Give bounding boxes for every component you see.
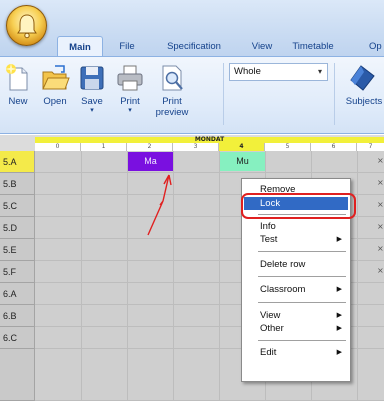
row-label[interactable]: 5.B bbox=[0, 173, 35, 195]
row-label-selected[interactable]: 5.A bbox=[0, 151, 35, 173]
tab-options[interactable]: Op bbox=[369, 36, 384, 57]
menu-separator bbox=[258, 276, 346, 277]
lesson-subject: Mu bbox=[236, 156, 249, 166]
print-button-label: Print bbox=[120, 96, 140, 107]
period-header[interactable]: 3 bbox=[173, 143, 219, 151]
menu-item-delete-row[interactable]: Delete row bbox=[244, 258, 348, 271]
menu-item-label: Test bbox=[260, 234, 278, 245]
submenu-arrow-icon: ▶ bbox=[336, 325, 342, 332]
menu-separator bbox=[258, 340, 346, 341]
open-button[interactable]: Open bbox=[37, 61, 73, 129]
chevron-down-icon: ▾ bbox=[317, 67, 322, 76]
ribbon-group-divider bbox=[334, 63, 335, 125]
print-preview-label-line1: Print bbox=[162, 96, 182, 107]
subjects-book-icon bbox=[350, 65, 375, 91]
period-header[interactable]: 7 bbox=[357, 143, 384, 151]
print-preview-button[interactable]: Print preview bbox=[150, 61, 194, 129]
menu-item-info[interactable]: Info bbox=[244, 220, 348, 233]
period-header[interactable]: 5 bbox=[265, 143, 311, 151]
subjects-button[interactable]: Subjects bbox=[340, 61, 384, 129]
ribbon-panel: New Open Save ▾ Print ▾ Print preview Wh… bbox=[0, 56, 384, 134]
period-header[interactable]: 2 bbox=[127, 143, 173, 151]
tab-timetable[interactable]: Timetable bbox=[285, 36, 341, 57]
row-label[interactable]: 5.F bbox=[0, 261, 35, 283]
row-label[interactable]: 5.C bbox=[0, 195, 35, 217]
annotation-highlight-ring bbox=[241, 193, 356, 219]
menu-item-label: Edit bbox=[260, 347, 277, 358]
menu-separator bbox=[258, 302, 346, 303]
new-button-label: New bbox=[8, 96, 28, 107]
submenu-arrow-icon: ▶ bbox=[336, 349, 342, 356]
new-button[interactable]: New bbox=[3, 61, 33, 129]
row-marker-icon: × bbox=[377, 222, 384, 231]
row-label[interactable]: 6.A bbox=[0, 283, 35, 305]
new-document-icon bbox=[5, 63, 28, 91]
print-button[interactable]: Print ▾ bbox=[113, 61, 147, 129]
row-label[interactable]: 5.E bbox=[0, 239, 35, 261]
menu-item-label: Classroom bbox=[260, 284, 306, 295]
tab-view[interactable]: View bbox=[246, 36, 278, 57]
menu-item-view[interactable]: View ▶ bbox=[244, 309, 348, 322]
menu-separator bbox=[258, 251, 346, 252]
submenu-arrow-icon: ▶ bbox=[336, 236, 342, 243]
row-label[interactable]: 6.B bbox=[0, 305, 35, 327]
ribbon-tab-strip: Main File Specification View Timetable O… bbox=[0, 0, 384, 62]
menu-item-edit[interactable]: Edit ▶ bbox=[244, 346, 348, 359]
table-row[interactable] bbox=[35, 151, 384, 173]
open-button-label: Open bbox=[43, 96, 67, 107]
submenu-arrow-icon: ▶ bbox=[336, 286, 342, 293]
menu-item-other[interactable]: Other ▶ bbox=[244, 322, 348, 335]
tab-file[interactable]: File bbox=[112, 36, 142, 57]
row-label[interactable]: 5.D bbox=[0, 217, 35, 239]
lesson-card-mu[interactable]: Mu bbox=[220, 152, 265, 171]
view-scope-value: Whole bbox=[234, 66, 261, 77]
print-preview-icon bbox=[162, 65, 183, 91]
menu-item-label: Other bbox=[260, 323, 284, 334]
subjects-button-label: Subjects bbox=[345, 96, 383, 107]
period-header-row: 0 1 2 3 4 5 6 7 bbox=[35, 143, 384, 151]
save-disk-icon bbox=[80, 66, 104, 90]
menu-item-label: Delete row bbox=[260, 259, 306, 270]
print-dropdown-arrow[interactable]: ▾ bbox=[113, 107, 147, 115]
grid-line bbox=[357, 151, 358, 401]
row-label bbox=[0, 349, 35, 401]
period-header[interactable]: 6 bbox=[311, 143, 357, 151]
grid-line bbox=[127, 151, 128, 401]
menu-item-classroom[interactable]: Classroom ▶ bbox=[244, 283, 348, 296]
row-marker-icon: × bbox=[377, 178, 384, 187]
ribbon-group-divider bbox=[223, 63, 224, 125]
row-marker-icon: × bbox=[377, 244, 384, 253]
save-button[interactable]: Save ▾ bbox=[76, 61, 108, 129]
row-marker-icon: × bbox=[377, 200, 384, 209]
print-preview-label-line2: preview bbox=[155, 107, 189, 118]
grid-line bbox=[81, 151, 82, 401]
row-marker-icon: × bbox=[377, 266, 384, 275]
menu-item-test[interactable]: Test ▶ bbox=[244, 233, 348, 246]
annotation-arrow-icon bbox=[147, 174, 172, 236]
period-header[interactable]: 0 bbox=[35, 143, 81, 151]
row-label[interactable]: 6.C bbox=[0, 327, 35, 349]
printer-icon bbox=[117, 65, 143, 91]
period-header[interactable]: 1 bbox=[81, 143, 127, 151]
menu-item-label: View bbox=[260, 310, 281, 321]
bell-icon bbox=[17, 14, 37, 39]
view-scope-dropdown[interactable]: Whole ▾ bbox=[229, 63, 328, 81]
submenu-arrow-icon: ▶ bbox=[336, 312, 342, 319]
tab-specification[interactable]: Specification bbox=[156, 36, 232, 57]
open-folder-icon bbox=[42, 65, 70, 90]
application-menu-button[interactable] bbox=[6, 5, 47, 46]
tab-main[interactable]: Main bbox=[57, 36, 103, 57]
row-marker-icon: × bbox=[377, 156, 384, 165]
save-dropdown-arrow[interactable]: ▾ bbox=[76, 107, 108, 115]
grid-line bbox=[219, 151, 220, 401]
period-header-selected[interactable]: 4 bbox=[219, 143, 265, 151]
save-button-label: Save bbox=[81, 96, 103, 107]
menu-item-label: Info bbox=[260, 221, 276, 232]
